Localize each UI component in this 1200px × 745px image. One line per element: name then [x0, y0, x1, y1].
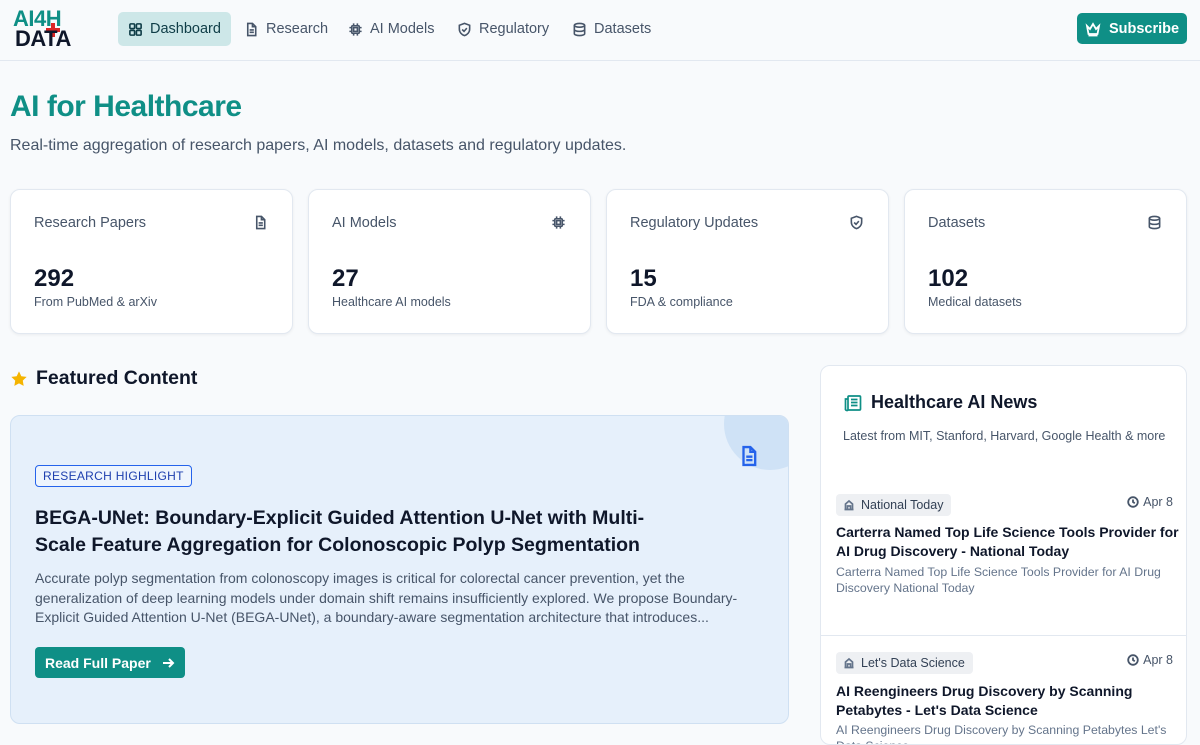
- newspaper-icon: [844, 394, 862, 411]
- news-date: Apr 8: [1127, 653, 1173, 667]
- stat-description: From PubMed & arXiv: [34, 295, 157, 309]
- nav-datasets-label: Datasets: [594, 21, 652, 37]
- page-subtitle: Real-time aggregation of research papers…: [10, 137, 627, 154]
- news-description: AI Reengineers Drug Discovery by Scannin…: [836, 723, 1167, 744]
- grid-icon: [129, 22, 142, 36]
- stat-value: 15: [630, 265, 657, 292]
- news-heading-label: Healthcare AI News: [871, 392, 1038, 412]
- featured-abstract: Accurate polyp segmentation from colonos…: [35, 570, 738, 625]
- news-date-label: Apr 8: [1143, 495, 1173, 509]
- read-full-paper-button[interactable]: Read Full Paper: [35, 647, 185, 678]
- brand-logo[interactable]: AI4H DATA: [13, 7, 87, 51]
- stat-label: AI Models: [332, 215, 397, 231]
- news-source-badge: National Today: [836, 494, 952, 516]
- shield-icon: [458, 22, 471, 36]
- news-heading: Healthcare AI News: [843, 392, 1037, 413]
- stat-description: Healthcare AI models: [332, 295, 451, 309]
- stat-card-regulatory-updates[interactable]: Regulatory Updates 15 FDA & compliance: [606, 189, 889, 334]
- stat-value: 102: [928, 265, 969, 292]
- news-date-label: Apr 8: [1143, 653, 1173, 667]
- document-icon: [253, 215, 268, 230]
- stat-card-datasets[interactable]: Datasets 102 Medical datasets: [904, 189, 1187, 334]
- news-source: National Today: [861, 498, 944, 512]
- clock-icon: [1127, 496, 1139, 508]
- subscribe-label: Subscribe: [1108, 20, 1180, 37]
- database-icon: [1147, 215, 1162, 230]
- shield-icon: [849, 215, 864, 230]
- news-source: Let's Data Science: [861, 656, 965, 670]
- nav-dashboard[interactable]: Dashboard: [118, 12, 231, 46]
- news-title[interactable]: AI Reengineers Drug Discovery by Scannin…: [836, 682, 1181, 719]
- subscribe-button[interactable]: Subscribe: [1077, 13, 1187, 44]
- chip-icon: [551, 215, 566, 230]
- chip-icon: [349, 22, 362, 36]
- document-icon: [246, 22, 257, 36]
- news-item[interactable]: Let's Data Science Apr 8 AI Reengineers …: [821, 635, 1186, 744]
- stat-description: FDA & compliance: [630, 295, 733, 309]
- nav-regulatory[interactable]: Regulatory: [447, 12, 559, 46]
- database-icon: [573, 22, 586, 36]
- stat-label: Datasets: [928, 215, 986, 231]
- news-title[interactable]: Carterra Named Top Life Science Tools Pr…: [836, 523, 1181, 560]
- featured-title[interactable]: BEGA-UNet: Boundary-Explicit Guided Atte…: [35, 505, 695, 559]
- read-full-paper-label: Read Full Paper: [45, 654, 151, 671]
- stat-value: 292: [34, 265, 75, 292]
- featured-card[interactable]: RESEARCH HIGHLIGHT BEGA-UNet: Boundary-E…: [10, 415, 789, 724]
- news-item[interactable]: National Today Apr 8 Carterra Named Top …: [821, 476, 1186, 636]
- news-date: Apr 8: [1127, 495, 1173, 509]
- news-description: Carterra Named Top Life Science Tools Pr…: [836, 565, 1161, 595]
- featured-heading-label: Featured Content: [36, 367, 198, 389]
- stat-card-research-papers[interactable]: Research Papers 292 From PubMed & arXiv: [10, 189, 293, 334]
- news-source-badge: Let's Data Science: [836, 652, 973, 674]
- nav-research-label: Research: [266, 21, 329, 37]
- stat-label: Research Papers: [34, 215, 147, 231]
- document-icon: [738, 445, 760, 467]
- nav-datasets[interactable]: Datasets: [562, 12, 661, 46]
- building-icon: [844, 657, 854, 669]
- news-subtitle: Latest from MIT, Stanford, Harvard, Goog…: [843, 429, 1166, 443]
- nav-research[interactable]: Research: [234, 12, 338, 46]
- stat-value: 27: [332, 265, 359, 292]
- top-navbar: AI4H DATA Dashboard Research AI Models R…: [0, 0, 1200, 61]
- logo-line-2: DATA: [15, 26, 71, 51]
- news-panel: Healthcare AI News Latest from MIT, Stan…: [820, 365, 1187, 745]
- stat-card-ai-models[interactable]: AI Models 27 Healthcare AI models: [308, 189, 591, 334]
- nav-regulatory-label: Regulatory: [479, 21, 550, 37]
- stat-description: Medical datasets: [928, 295, 1022, 309]
- star-icon: [11, 370, 27, 386]
- arrow-right-icon: [162, 657, 175, 668]
- building-icon: [844, 499, 854, 511]
- nav-ai-models[interactable]: AI Models: [338, 12, 444, 46]
- clock-icon: [1127, 654, 1139, 666]
- stat-label: Regulatory Updates: [630, 215, 759, 231]
- nav-dashboard-label: Dashboard: [150, 21, 221, 37]
- crown-icon: [1085, 21, 1101, 36]
- page-title: AI for Healthcare: [10, 90, 242, 123]
- featured-heading: Featured Content: [10, 367, 197, 390]
- research-highlight-badge: RESEARCH HIGHLIGHT: [35, 465, 192, 487]
- nav-ai-models-label: AI Models: [370, 21, 435, 37]
